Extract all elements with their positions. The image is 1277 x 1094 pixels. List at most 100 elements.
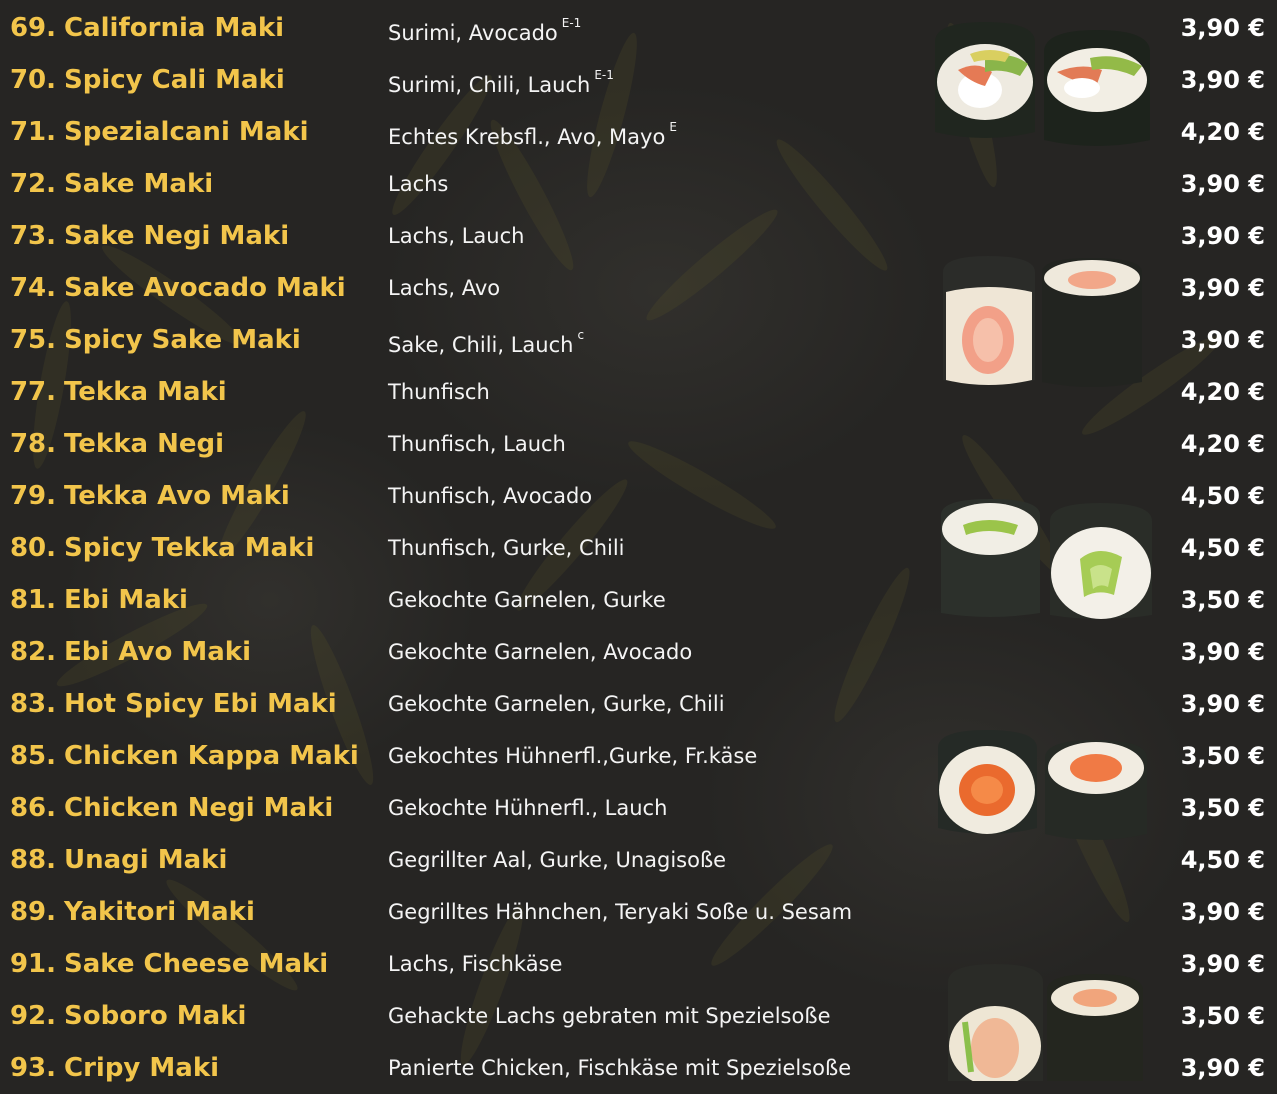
item-number: 74. — [9, 273, 56, 303]
item-price: 3,90 € — [1180, 170, 1265, 198]
item-description-text: Thunfisch — [388, 380, 490, 404]
item-name: Yakitori Maki — [64, 897, 255, 927]
item-description-text: Lachs — [388, 172, 449, 196]
menu-item: 70. Spicy Cali Maki Surimi, Chili, Lauch E-… — [0, 54, 1277, 106]
item-description: Thunfisch, Gurke, Chili — [388, 522, 625, 574]
menu-item: 69. California Maki Surimi, Avocado E-1 3,90… — [0, 2, 1277, 54]
item-price: 3,50 € — [1180, 794, 1265, 822]
item-price: 3,90 € — [1180, 326, 1265, 354]
item-price: 4,50 € — [1180, 846, 1265, 874]
menu-item: 93. Cripy Maki Panierte Chicken, Fischkäse… — [0, 1042, 1277, 1094]
item-name: Spicy Tekka Maki — [64, 533, 315, 563]
item-number: 72. — [9, 169, 56, 199]
item-price: 3,90 € — [1180, 274, 1265, 302]
item-number: 79. — [9, 481, 56, 511]
item-description: Gegrilltes Hähnchen, Teryaki Soße u. Ses… — [388, 886, 852, 938]
item-description: Lachs — [388, 158, 448, 210]
item-name: Chicken Kappa Maki — [64, 741, 359, 771]
item-description: Gekochte Hühnerfl., Lauch — [388, 782, 667, 834]
item-name: Spezialcani Maki — [64, 117, 309, 147]
maki-menu-list: 69. California Maki Surimi, Avocado E-1 3,90… — [0, 0, 1277, 1083]
item-price: 4,50 € — [1180, 534, 1265, 562]
menu-item: 91. Sake Cheese Maki Lachs, Fischkäse 3,90 … — [0, 938, 1277, 990]
item-number: 81. — [9, 585, 56, 615]
item-number: 77. — [9, 377, 56, 407]
item-price: 3,90 € — [1180, 1054, 1265, 1082]
item-description-text: Gekochte Garnelen, Avocado — [388, 640, 693, 664]
item-description: Gekochte Garnelen, Gurke, Chili — [388, 678, 725, 730]
item-description: Thunfisch, Avocado — [388, 470, 592, 522]
menu-item: 74. Sake Avocado Maki Lachs, Avo 3,90 € — [0, 262, 1277, 314]
menu-item: 79. Tekka Avo Maki Thunfisch, Avocado 4,50 … — [0, 470, 1277, 522]
item-price: 3,90 € — [1180, 638, 1265, 666]
item-price: 3,90 € — [1180, 222, 1265, 250]
item-description-text: Gegrillter Aal, Gurke, Unagisoße — [388, 848, 727, 872]
item-price: 3,90 € — [1180, 898, 1265, 926]
menu-item: 82. Ebi Avo Maki Gekochte Garnelen, Avocad… — [0, 626, 1277, 678]
allergen-code: E — [669, 120, 677, 134]
item-description: Gegrillter Aal, Gurke, Unagisoße — [388, 834, 726, 886]
item-description-text: Panierte Chicken, Fischkäse mit Speziels… — [388, 1056, 852, 1080]
item-name: Ebi Maki — [64, 585, 188, 615]
item-description-text: Gekochtes Hühnerfl.,Gurke, Fr.käse — [388, 744, 758, 768]
item-description-text: Lachs, Lauch — [388, 224, 525, 248]
item-number: 91. — [9, 949, 56, 979]
allergen-code: E-1 — [594, 68, 614, 82]
item-price: 4,20 € — [1180, 118, 1265, 146]
item-name: California Maki — [64, 13, 285, 43]
item-name: Tekka Maki — [64, 377, 227, 407]
item-number: 86. — [9, 793, 56, 823]
item-price: 4,20 € — [1180, 378, 1265, 406]
item-description: Echtes Krebsfl., Avo, Mayo E — [388, 106, 677, 163]
menu-item: 78. Tekka Negi Thunfisch, Lauch 4,20 € — [0, 418, 1277, 470]
item-name: Sake Negi Maki — [64, 221, 290, 251]
menu-item: 81. Ebi Maki Gekochte Garnelen, Gurke 3,50 … — [0, 574, 1277, 626]
item-description-text: Surimi, Avocado — [388, 21, 558, 45]
item-description-text: Echtes Krebsfl., Avo, Mayo — [388, 125, 666, 149]
item-description: Thunfisch — [388, 366, 490, 418]
item-description-text: Gegrilltes Hähnchen, Teryaki Soße u. Ses… — [388, 900, 853, 924]
menu-item: 92. Soboro Maki Gehackte Lachs gebraten mi… — [0, 990, 1277, 1042]
item-number: 70. — [9, 65, 56, 95]
item-name: Unagi Maki — [64, 845, 228, 875]
item-price: 3,90 € — [1180, 690, 1265, 718]
item-description-text: Thunfisch, Gurke, Chili — [388, 536, 625, 560]
item-name: Spicy Sake Maki — [64, 325, 301, 355]
item-number: 75. — [9, 325, 56, 355]
item-price: 3,50 € — [1180, 1002, 1265, 1030]
item-description: Gekochtes Hühnerfl.,Gurke, Fr.käse — [388, 730, 757, 782]
item-description-text: Sake, Chili, Lauch — [388, 333, 574, 357]
item-description-text: Gekochte Garnelen, Gurke — [388, 588, 666, 612]
item-number: 80. — [9, 533, 56, 563]
item-number: 69. — [9, 13, 56, 43]
item-name: Spicy Cali Maki — [64, 65, 285, 95]
item-price: 3,90 € — [1180, 66, 1265, 94]
item-description: Thunfisch, Lauch — [388, 418, 566, 470]
item-price: 4,50 € — [1180, 482, 1265, 510]
item-name: Sake Avocado Maki — [64, 273, 346, 303]
item-number: 78. — [9, 429, 56, 459]
item-description: Gekochte Garnelen, Gurke — [388, 574, 666, 626]
item-description: Panierte Chicken, Fischkäse mit Speziels… — [388, 1042, 851, 1094]
item-name: Cripy Maki — [64, 1053, 220, 1083]
item-name: Sake Cheese Maki — [64, 949, 329, 979]
item-description-text: Gekochte Garnelen, Gurke, Chili — [388, 692, 725, 716]
menu-item: 85. Chicken Kappa Maki Gekochtes Hühnerfl.… — [0, 730, 1277, 782]
item-description-text: Gekochte Hühnerfl., Lauch — [388, 796, 668, 820]
menu-item: 83. Hot Spicy Ebi Maki Gekochte Garnelen, … — [0, 678, 1277, 730]
item-description: Lachs, Avo — [388, 262, 500, 314]
item-price: 3,90 € — [1180, 14, 1265, 42]
item-description: Gehackte Lachs gebraten mit Spezielsoße — [388, 990, 831, 1042]
menu-item: 88. Unagi Maki Gegrillter Aal, Gurke, Unag… — [0, 834, 1277, 886]
menu-item: 73. Sake Negi Maki Lachs, Lauch 3,90 € — [0, 210, 1277, 262]
item-number: 71. — [9, 117, 56, 147]
item-name: Ebi Avo Maki — [64, 637, 252, 667]
item-number: 85. — [9, 741, 56, 771]
item-number: 82. — [9, 637, 56, 667]
item-number: 93. — [9, 1053, 56, 1083]
menu-item: 80. Spicy Tekka Maki Thunfisch, Gurke, Chi… — [0, 522, 1277, 574]
item-description: Surimi, Avocado E-1 — [388, 2, 581, 59]
item-name: Hot Spicy Ebi Maki — [64, 689, 337, 719]
menu-item: 86. Chicken Negi Maki Gekochte Hühnerfl., … — [0, 782, 1277, 834]
menu-item: 71. Spezialcani Maki Echtes Krebsfl., Avo,… — [0, 106, 1277, 158]
